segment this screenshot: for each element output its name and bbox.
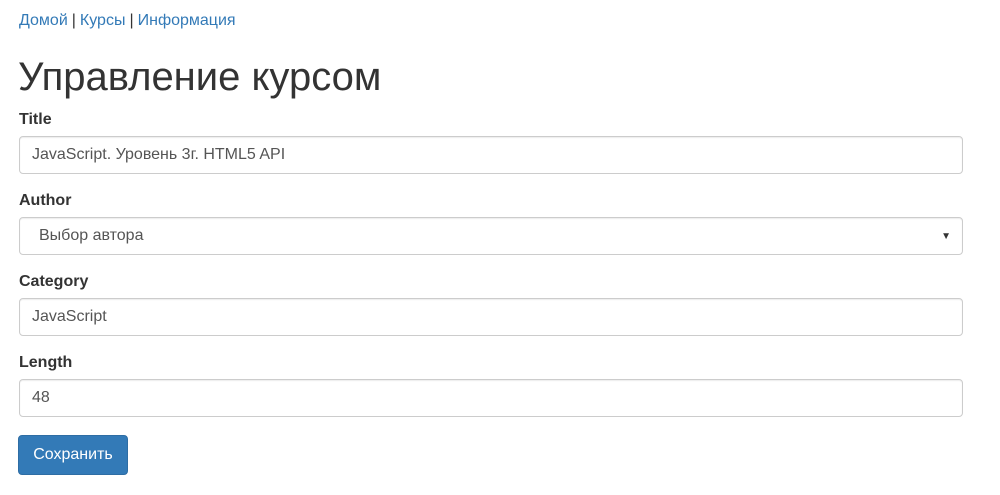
length-field-group: Length <box>19 353 963 417</box>
caret-down-icon: ▼ <box>941 231 951 242</box>
top-nav: Домой | Курсы | Информация <box>19 11 236 31</box>
nav-link-courses[interactable]: Курсы <box>80 12 126 29</box>
page-title: Управление курсом <box>18 55 382 99</box>
author-field-group: Author Выбор автора ▼ <box>19 191 963 255</box>
author-select[interactable]: Выбор автора ▼ <box>19 217 963 255</box>
author-label: Author <box>19 192 72 209</box>
nav-separator: | <box>129 12 134 29</box>
category-label: Category <box>19 273 89 290</box>
title-input[interactable] <box>19 136 963 174</box>
nav-separator: | <box>71 12 76 29</box>
save-button[interactable]: Сохранить <box>18 435 128 475</box>
nav-link-home[interactable]: Домой <box>19 12 68 29</box>
length-label: Length <box>19 354 73 371</box>
author-select-value: Выбор автора <box>39 227 144 244</box>
category-input[interactable] <box>19 298 963 336</box>
title-field-group: Title <box>19 110 963 174</box>
title-label: Title <box>19 111 52 128</box>
length-input[interactable] <box>19 379 963 417</box>
nav-link-info[interactable]: Информация <box>138 12 236 29</box>
category-field-group: Category <box>19 272 963 336</box>
